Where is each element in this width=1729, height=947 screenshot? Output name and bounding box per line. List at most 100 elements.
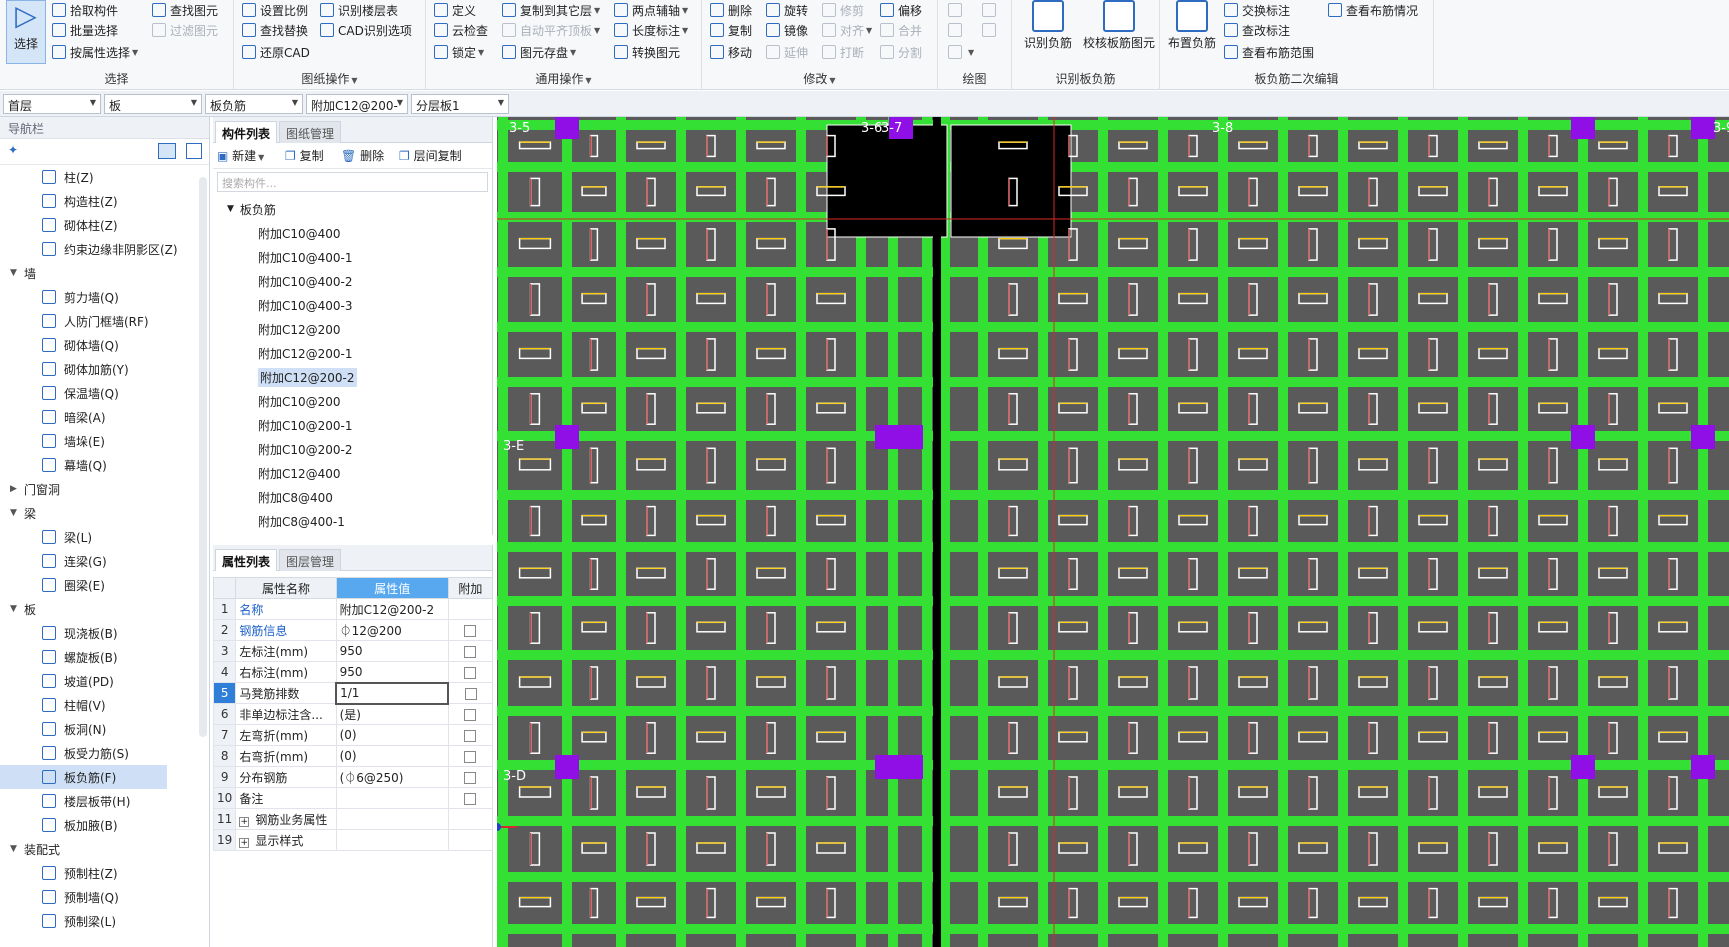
chevron-down-icon[interactable]: ▼ bbox=[10, 268, 24, 278]
property-row[interactable]: 3 左标注(mm) 950 bbox=[212, 640, 494, 662]
restore-cad-button[interactable]: 还原CAD bbox=[242, 42, 310, 62]
component-item[interactable]: 附加C10@400 bbox=[213, 221, 482, 245]
property-value[interactable]: 1/1 bbox=[335, 681, 450, 705]
chevron-right-icon[interactable]: ▶ bbox=[10, 484, 24, 494]
extra-checkbox[interactable] bbox=[464, 792, 477, 805]
draw-line-button[interactable] bbox=[948, 20, 966, 40]
extra-checkbox[interactable] bbox=[464, 687, 477, 700]
tab-component-list[interactable]: 构件列表 bbox=[215, 121, 278, 143]
component-item[interactable]: 附加C12@200-1 bbox=[213, 341, 482, 365]
expand-icon[interactable]: + bbox=[239, 837, 250, 848]
expand-icon[interactable]: + bbox=[239, 816, 250, 827]
nav-item[interactable]: 预制柱(Z) bbox=[0, 861, 197, 885]
view-rebar-range-button[interactable]: 查看布筋范围 bbox=[1224, 42, 1314, 62]
component-tree-root[interactable]: ▼ 板负筋 bbox=[213, 197, 482, 221]
nav-item[interactable]: 楼层板带(H) bbox=[0, 789, 197, 813]
extend-button[interactable]: 延伸 bbox=[766, 42, 808, 62]
nav-item[interactable]: 保温墙(Q) bbox=[0, 381, 197, 405]
property-value[interactable]: (⏀6@250) bbox=[335, 766, 449, 788]
property-value[interactable]: 附加C12@200-2 bbox=[335, 598, 449, 620]
nav-item[interactable]: 预制墙(Q) bbox=[0, 885, 197, 909]
convert-element-button[interactable]: 转换图元 bbox=[614, 42, 680, 62]
draw-rect-button[interactable] bbox=[982, 20, 1000, 40]
property-row[interactable]: 11 + 钢筋业务属性 bbox=[212, 808, 494, 830]
cad-identify-options-button[interactable]: CAD识别选项 bbox=[320, 20, 412, 40]
component-item[interactable]: 附加C8@400-1 bbox=[213, 509, 482, 533]
move-button[interactable]: 移动 bbox=[710, 42, 752, 62]
tab-property-list[interactable]: 属性列表 bbox=[215, 549, 278, 571]
define-button[interactable]: 定义 bbox=[434, 0, 476, 20]
cad-drawing[interactable]: 3-5 3-63-7 3-8 3-9 3-E 3-D bbox=[497, 117, 1729, 947]
nav-item[interactable]: 暗梁(A) bbox=[0, 405, 197, 429]
identify-negative-rebar-button[interactable]: 识别负筋 bbox=[1018, 0, 1078, 51]
mirror-button[interactable]: 镜像 bbox=[766, 20, 808, 40]
select-tool-button[interactable]: ▷ 选择 bbox=[6, 0, 46, 64]
draw-point-button[interactable] bbox=[948, 0, 966, 20]
category-select[interactable]: 板 ▼ bbox=[104, 94, 202, 114]
property-value[interactable]: (0) bbox=[335, 724, 449, 746]
nav-category[interactable]: ▼ 板 bbox=[0, 597, 197, 621]
tab-drawing-management[interactable]: 图纸管理 bbox=[279, 121, 342, 143]
swap-annotation-button[interactable]: 交换标注 bbox=[1224, 0, 1290, 20]
chevron-down-icon[interactable]: ▼ bbox=[227, 204, 234, 214]
nav-item[interactable]: 柱帽(V) bbox=[0, 693, 197, 717]
property-value[interactable]: (0) bbox=[335, 745, 449, 767]
floor-select[interactable]: 首层 ▼ bbox=[3, 94, 101, 114]
property-value[interactable] bbox=[335, 829, 449, 851]
layer-slab-select[interactable]: 分层板1 ▼ bbox=[411, 94, 509, 114]
nav-item[interactable]: 约束边缘非阴影区(Z) bbox=[0, 237, 197, 261]
draw-circle-button[interactable] bbox=[982, 0, 1000, 20]
component-item[interactable]: 附加C10@200-1 bbox=[213, 413, 482, 437]
nav-item[interactable]: 梁(L) bbox=[0, 525, 197, 549]
extra-checkbox[interactable] bbox=[464, 624, 477, 637]
component-select[interactable]: 附加C12@200- ▼ bbox=[306, 94, 408, 114]
component-type-select[interactable]: 板负筋 ▼ bbox=[205, 94, 303, 114]
nav-item[interactable]: 砌体柱(Z) bbox=[0, 213, 197, 237]
trim-button[interactable]: 修剪 bbox=[822, 0, 864, 20]
view-rebar-status-button[interactable]: 查看布筋情况 bbox=[1328, 0, 1418, 20]
nav-category[interactable]: ▼ 装配式 bbox=[0, 837, 197, 861]
nav-item[interactable]: 人防门框墙(RF) bbox=[0, 309, 197, 333]
nav-item[interactable]: 构造柱(Z) bbox=[0, 189, 197, 213]
delete-button[interactable]: 删除 bbox=[710, 0, 752, 20]
nav-item[interactable]: 墙垛(E) bbox=[0, 429, 197, 453]
cloud-check-button[interactable]: 云检查 bbox=[434, 20, 488, 40]
nav-item[interactable]: 柱(Z) bbox=[0, 165, 197, 189]
rotate-button[interactable]: 旋转 bbox=[766, 0, 808, 20]
copy-component-button[interactable]: ❐ 复制 bbox=[285, 147, 324, 164]
component-item[interactable]: 附加C10@400-2 bbox=[213, 269, 482, 293]
batch-select-button[interactable]: 批量选择 bbox=[52, 20, 118, 40]
copy-between-floors-button[interactable]: ❐ 层间复制 bbox=[399, 147, 462, 164]
find-replace-button[interactable]: 查找替换 bbox=[242, 20, 308, 40]
extra-checkbox[interactable] bbox=[464, 729, 477, 742]
nav-item[interactable]: 板洞(N) bbox=[0, 717, 197, 741]
chevron-down-icon[interactable]: ▼ bbox=[10, 508, 24, 518]
nav-item[interactable]: 连梁(G) bbox=[0, 549, 197, 573]
filter-element-button[interactable]: 过滤图元 bbox=[152, 20, 218, 40]
nav-item[interactable]: 坡道(PD) bbox=[0, 669, 197, 693]
new-button[interactable]: ▣ 新建 ▼ bbox=[217, 147, 264, 164]
nav-item[interactable]: 预制梁(L) bbox=[0, 909, 197, 933]
drawing-canvas[interactable]: 3-5 3-63-7 3-8 3-9 3-E 3-D bbox=[497, 117, 1729, 947]
lock-button[interactable]: 锁定 ▼ bbox=[434, 42, 484, 62]
pin-icon[interactable]: ✦ bbox=[8, 143, 18, 157]
identify-floor-table-button[interactable]: 识别楼层表 bbox=[320, 0, 398, 20]
set-scale-button[interactable]: 设置比例 bbox=[242, 0, 308, 20]
property-value[interactable]: (是) bbox=[335, 703, 449, 725]
property-value[interactable]: 950 bbox=[335, 640, 449, 662]
draw-arc-button[interactable]: ▼ bbox=[948, 42, 974, 62]
property-row[interactable]: 10 备注 bbox=[212, 787, 494, 809]
edit-annotation-button[interactable]: 查改标注 bbox=[1224, 20, 1290, 40]
nav-item[interactable]: 板负筋(F) bbox=[0, 765, 167, 789]
place-negative-rebar-button[interactable]: 布置负筋 bbox=[1166, 0, 1218, 51]
nav-item[interactable]: 圈梁(E) bbox=[0, 573, 197, 597]
extra-checkbox[interactable] bbox=[464, 771, 477, 784]
extra-checkbox[interactable] bbox=[464, 645, 477, 658]
nav-item[interactable]: 幕墙(Q) bbox=[0, 453, 197, 477]
component-item[interactable]: 附加C10@400-3 bbox=[213, 293, 482, 317]
split-button[interactable]: 分割 bbox=[880, 42, 922, 62]
two-point-axis-button[interactable]: 两点辅轴 ▼ bbox=[614, 0, 688, 20]
property-row[interactable]: 9 分布钢筋 (⏀6@250) bbox=[212, 766, 494, 788]
nav-item[interactable]: 剪力墙(Q) bbox=[0, 285, 197, 309]
property-row[interactable]: 4 右标注(mm) 950 bbox=[212, 661, 494, 683]
